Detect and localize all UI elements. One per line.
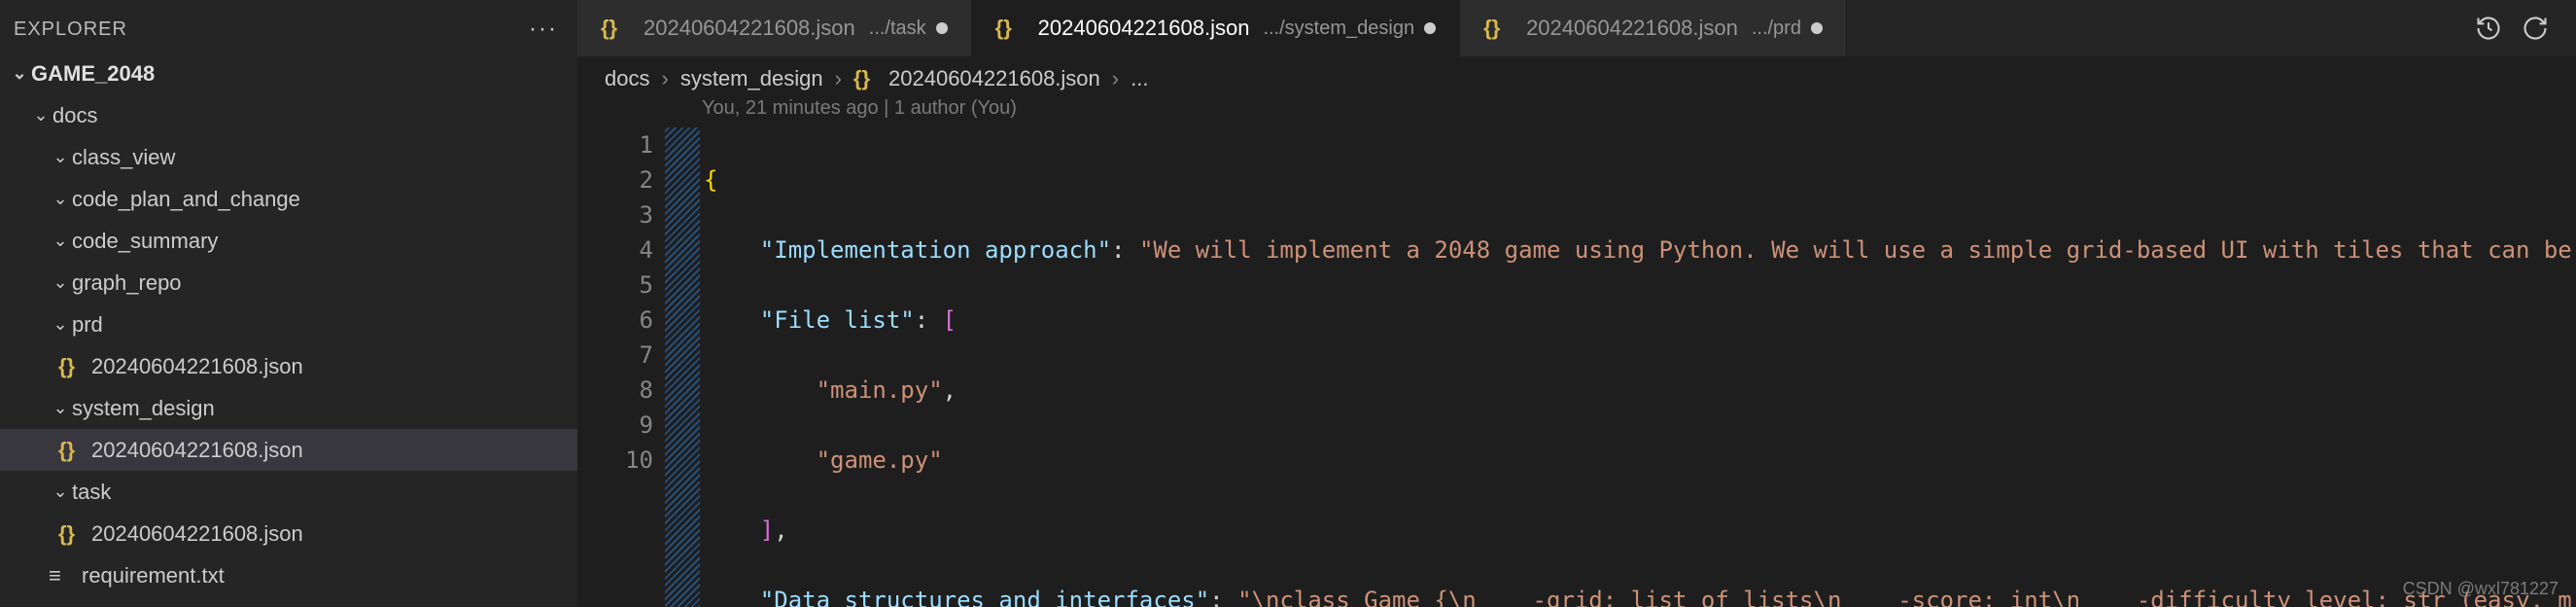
- chevron-down-icon: ⌄: [8, 63, 31, 84]
- watermark: CSDN @wxl781227: [2403, 579, 2559, 599]
- folder-class-view[interactable]: ⌄ class_view: [0, 136, 577, 178]
- json-icon: {}: [58, 438, 86, 463]
- chevron-down-icon: ⌄: [29, 105, 52, 125]
- file-prd-json[interactable]: {} 20240604221608.json: [0, 345, 577, 387]
- breadcrumb[interactable]: docs › system_design › {} 20240604221608…: [577, 56, 2576, 93]
- unsaved-dot-icon[interactable]: [1424, 22, 1436, 34]
- crumb-more[interactable]: ...: [1131, 66, 1148, 91]
- chevron-down-icon: ⌄: [49, 314, 72, 335]
- unsaved-dot-icon[interactable]: [1811, 22, 1823, 34]
- explorer-sidebar: EXPLORER ··· ⌄ GAME_2048 ⌄ docs ⌄ class_…: [0, 0, 577, 607]
- json-icon: {}: [58, 521, 86, 547]
- folder-docs[interactable]: ⌄ docs: [0, 94, 577, 136]
- explorer-more-icon[interactable]: ···: [529, 16, 558, 43]
- chevron-down-icon: ⌄: [49, 482, 72, 502]
- unsaved-dot-icon[interactable]: [936, 22, 948, 34]
- tabs-bar: {} 20240604221608.json .../task {} 20240…: [577, 0, 2576, 56]
- folder-system-design[interactable]: ⌄ system_design: [0, 387, 577, 429]
- tab-task[interactable]: {} 20240604221608.json .../task: [577, 0, 972, 56]
- text-file-icon: ≡: [49, 563, 76, 589]
- line-numbers: 1 2 3 4 5 6 7 8 9 10: [577, 127, 665, 607]
- crumb-docs[interactable]: docs: [605, 66, 649, 91]
- history-icon[interactable]: [2475, 15, 2502, 42]
- json-icon: {}: [1483, 16, 1511, 41]
- json-icon: {}: [601, 16, 628, 41]
- code-content[interactable]: { "Implementation approach": "We will im…: [704, 127, 2576, 607]
- chevron-right-icon: ›: [1112, 66, 1119, 91]
- refresh-icon[interactable]: [2522, 15, 2549, 42]
- json-icon: {}: [853, 66, 877, 91]
- editor-area: {} 20240604221608.json .../task {} 20240…: [577, 0, 2576, 607]
- git-gutter-indicator: [665, 127, 700, 607]
- file-system-design-json[interactable]: {} 20240604221608.json: [0, 429, 577, 471]
- chevron-right-icon: ›: [661, 66, 668, 91]
- chevron-down-icon: ⌄: [49, 272, 72, 293]
- file-task-json[interactable]: {} 20240604221608.json: [0, 513, 577, 554]
- code-editor[interactable]: 1 2 3 4 5 6 7 8 9 10 { "Implementation a…: [577, 127, 2576, 607]
- folder-prd[interactable]: ⌄ prd: [0, 304, 577, 345]
- json-icon: {}: [58, 354, 86, 379]
- chevron-down-icon: ⌄: [49, 398, 72, 418]
- crumb-file[interactable]: {} 20240604221608.json: [853, 66, 1100, 91]
- folder-graph-repo[interactable]: ⌄ graph_repo: [0, 262, 577, 304]
- gitlens-blame-header: You, 21 minutes ago | 1 author (You): [577, 93, 2576, 127]
- json-icon: {}: [995, 16, 1023, 41]
- tab-system-design[interactable]: {} 20240604221608.json .../system_design: [972, 0, 1460, 56]
- crumb-system-design[interactable]: system_design: [680, 66, 823, 91]
- chevron-down-icon: ⌄: [49, 231, 72, 251]
- tab-prd[interactable]: {} 20240604221608.json .../prd: [1460, 0, 1847, 56]
- folder-code-plan[interactable]: ⌄ code_plan_and_change: [0, 178, 577, 220]
- chevron-down-icon: ⌄: [49, 189, 72, 209]
- file-requirement-txt[interactable]: ≡ requirement.txt: [0, 554, 577, 596]
- explorer-title: EXPLORER: [14, 18, 127, 41]
- folder-code-summary[interactable]: ⌄ code_summary: [0, 220, 577, 262]
- chevron-down-icon: ⌄: [49, 147, 72, 167]
- folder-task[interactable]: ⌄ task: [0, 471, 577, 513]
- chevron-right-icon: ›: [835, 66, 842, 91]
- project-root[interactable]: ⌄ GAME_2048: [0, 53, 577, 94]
